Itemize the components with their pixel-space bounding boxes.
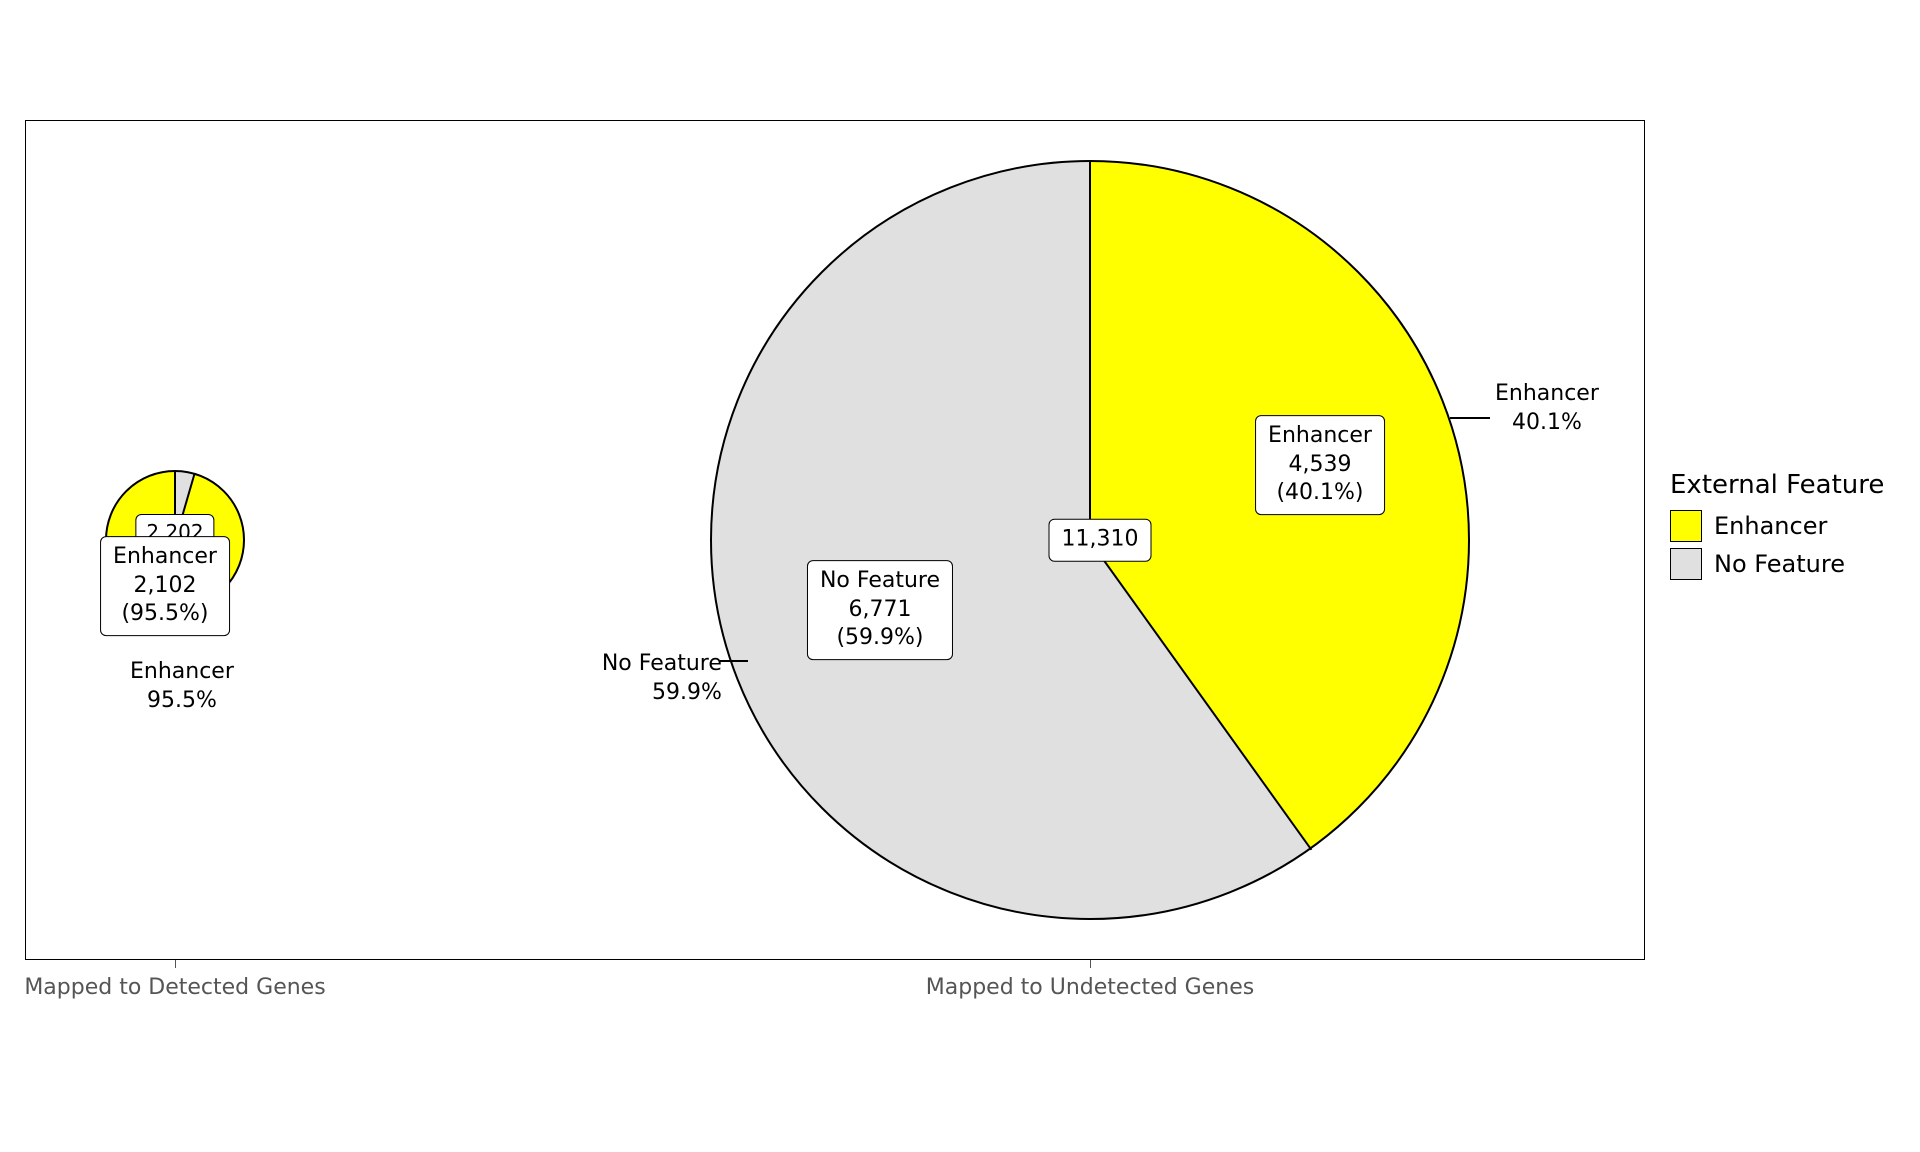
pie2-ext-nofeature: No Feature 59.9% xyxy=(600,650,722,707)
axis-label-right: Mapped to Undetected Genes xyxy=(926,975,1254,1000)
pie2-ext-nof-pct: 59.9% xyxy=(600,680,722,705)
pie-divider xyxy=(1089,161,1091,541)
axis-label-left: Mapped to Detected Genes xyxy=(24,975,325,1000)
pie1-ext-name: Enhancer xyxy=(130,659,234,684)
pie2-enh-pct: (40.1%) xyxy=(1276,480,1363,505)
pie2-nofeature-box: No Feature 6,771 (59.9%) xyxy=(807,560,953,660)
pie1-box-val: 2,102 xyxy=(134,573,197,598)
legend-item-nofeature: No Feature xyxy=(1670,548,1884,580)
pie2-enhancer-box: Enhancer 4,539 (40.1%) xyxy=(1255,415,1385,515)
pie2-enh-name: Enhancer xyxy=(1268,423,1372,448)
pie2-nof-name: No Feature xyxy=(820,568,940,593)
leader-line xyxy=(720,660,748,662)
chart-canvas: Mapped to Detected Genes Mapped to Undet… xyxy=(0,0,1920,1152)
legend-label: Enhancer xyxy=(1714,512,1827,540)
pie2-enh-val: 4,539 xyxy=(1289,452,1352,477)
pie2-ext-enh-pct: 40.1% xyxy=(1512,410,1582,435)
legend-item-enhancer: Enhancer xyxy=(1670,510,1884,542)
pie1-box-name: Enhancer xyxy=(113,544,217,569)
pie1-ext-enhancer: Enhancer 95.5% xyxy=(130,658,234,715)
legend-swatch-nofeature xyxy=(1670,548,1702,580)
pie1-box-pct: (95.5%) xyxy=(121,601,208,626)
pie2-total-box: 11,310 xyxy=(1049,519,1152,562)
legend-swatch-enhancer xyxy=(1670,510,1702,542)
pie2-ext-enhancer: Enhancer 40.1% xyxy=(1495,380,1599,437)
pie1-ext-pct: 95.5% xyxy=(147,688,217,713)
legend-title: External Feature xyxy=(1670,470,1884,500)
pie2-nof-val: 6,771 xyxy=(849,597,912,622)
axis-tick xyxy=(1090,960,1091,968)
pie2-nof-pct: (59.9%) xyxy=(836,625,923,650)
pie2-ext-nof-name: No Feature xyxy=(602,651,722,676)
legend-label: No Feature xyxy=(1714,550,1845,578)
pie1-enhancer-box: Enhancer 2,102 (95.5%) xyxy=(100,536,230,636)
axis-tick xyxy=(175,960,176,968)
leader-line xyxy=(1450,417,1490,419)
legend: External Feature Enhancer No Feature xyxy=(1670,470,1884,586)
pie2-ext-enh-name: Enhancer xyxy=(1495,381,1599,406)
